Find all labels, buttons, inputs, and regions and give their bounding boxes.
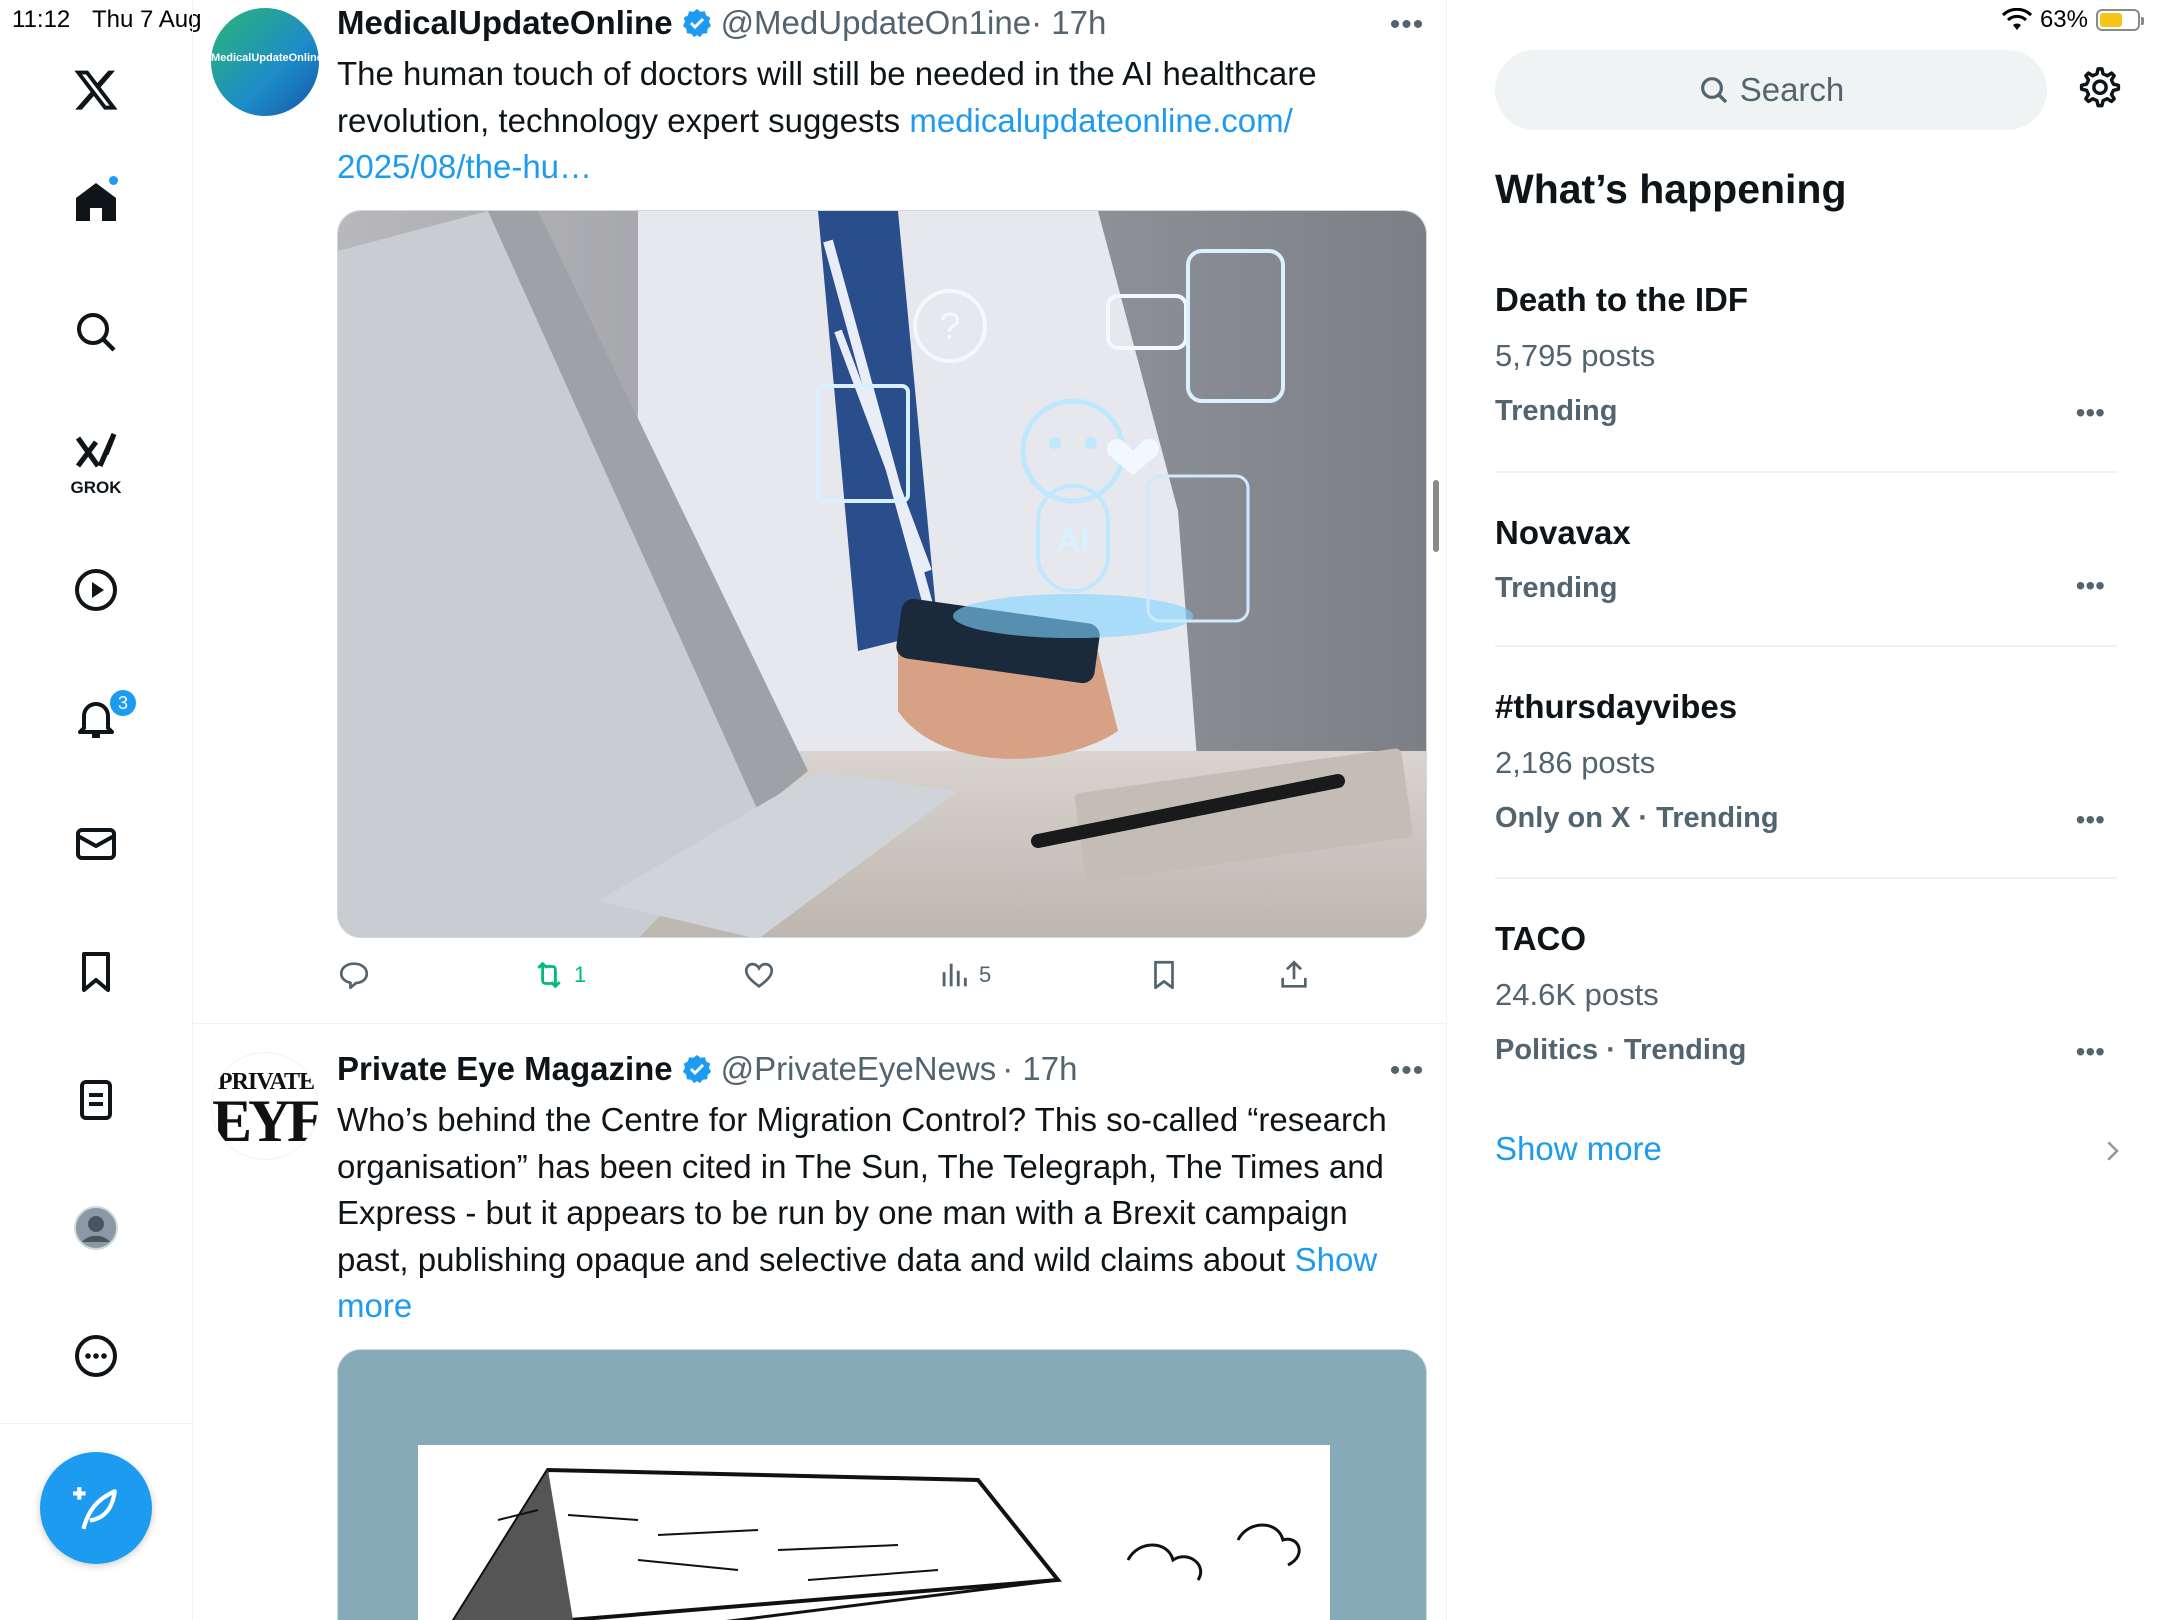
tweet-header: Private Eye Magazine @PrivateEyeNews · 1… [337, 1050, 1077, 1088]
mail-icon[interactable] [66, 814, 126, 874]
tweet-time: · 17h [1002, 1050, 1078, 1087]
trend-meta: Trending [1495, 395, 1618, 427]
tweet-actions: 1 5 [337, 958, 1337, 998]
grok-icon[interactable] [66, 420, 126, 480]
share-button[interactable] [1277, 958, 1311, 992]
trend-posts: 24.6K posts [1495, 977, 1659, 1012]
x-logo[interactable] [66, 60, 126, 120]
retweet-button[interactable]: 1 [532, 958, 586, 992]
more-icon[interactable] [66, 1326, 126, 1386]
settings-button[interactable] [2077, 65, 2127, 115]
timeline-feed: MedicalUpdateOnline MedicalUpdateOnline … [193, 0, 1447, 1620]
share-icon [1281, 960, 1307, 988]
trend-posts: 2,186 posts [1495, 745, 1656, 780]
search-placeholder: Search [1739, 71, 1845, 108]
heart-icon [744, 962, 774, 989]
views-button[interactable]: 5 [937, 958, 991, 992]
nav-divider [0, 1423, 193, 1424]
right-sidebar: Search What’s happening Death to the IDF… [1447, 0, 2160, 1620]
svg-text:?: ? [939, 306, 960, 348]
verified-badge-icon [682, 9, 711, 38]
cartoon-illustration [338, 1350, 1426, 1620]
lists-icon[interactable] [66, 1070, 126, 1130]
reply-button[interactable] [337, 958, 379, 992]
bookmark-icon[interactable] [66, 942, 126, 1002]
avatar[interactable]: MedicalUpdateOnline [211, 8, 319, 116]
tweet[interactable]: PRIVATE EYE Private Eye Magazine @Privat… [193, 1024, 1446, 1620]
trend-more-button[interactable]: ••• [2076, 570, 2105, 602]
trend-meta: Politics · Trending [1495, 1034, 1747, 1066]
views-icon [942, 963, 967, 987]
trend-divider [1495, 471, 2117, 473]
tweet-text: The human touch of doctors will still be… [337, 51, 1427, 191]
trend-meta: Only on X · Trending [1495, 802, 1779, 834]
trend-item[interactable]: Novavax Trending ••• [1495, 512, 2117, 608]
show-more-link[interactable]: Show more [1495, 1130, 1662, 1168]
trend-divider [1495, 645, 2117, 647]
whats-happening-title: What’s happening [1495, 166, 1847, 212]
author-name[interactable]: Private Eye Magazine [337, 1050, 673, 1088]
trend-item[interactable]: TACO 24.6K posts Politics · Trending ••• [1495, 918, 2117, 1070]
gear-icon [2079, 67, 2121, 108]
trend-topic: #thursdayvibes [1495, 688, 1738, 725]
reply-icon [339, 962, 369, 990]
like-button[interactable] [742, 958, 784, 992]
trend-item[interactable]: Death to the IDF 5,795 posts Trending ••… [1495, 279, 2117, 431]
bookmark-button[interactable] [1147, 958, 1181, 992]
notifications-badge: 3 [108, 688, 138, 718]
video-icon[interactable] [66, 560, 126, 620]
tweet-body: Who’s behind the Centre for Migration Co… [337, 1101, 1387, 1278]
feather-plus-icon [73, 1487, 117, 1530]
retweet-count: 1 [574, 962, 587, 987]
retweet-icon [537, 961, 561, 989]
tweet-time: · 17h [1031, 4, 1107, 41]
avatar-logo-bottom: EYE [212, 1088, 319, 1154]
tweet-image[interactable]: AI ? [337, 210, 1427, 938]
trend-more-button[interactable]: ••• [2076, 397, 2105, 429]
avatar[interactable]: PRIVATE EYE [211, 1052, 319, 1160]
home-unread-dot [109, 176, 118, 185]
trend-topic: TACO [1495, 920, 1587, 957]
author-name[interactable]: MedicalUpdateOnline [337, 4, 673, 42]
tweet[interactable]: MedicalUpdateOnline MedicalUpdateOnline … [193, 0, 1446, 1024]
author-handle[interactable]: @MedUpdateOn1ine [721, 4, 1032, 42]
avatar-logo-text: MedicalUpdateOnline [211, 52, 319, 64]
tweet-header: MedicalUpdateOnline @MedUpdateOn1ine · 1… [337, 4, 1106, 42]
trend-meta: Trending [1495, 572, 1618, 604]
search-input[interactable]: Search [1495, 50, 2047, 130]
trend-topic: Death to the IDF [1495, 281, 1748, 318]
chevron-right-icon[interactable] [2097, 1134, 2127, 1168]
compose-button[interactable] [40, 1452, 152, 1564]
doctor-ai-illustration: AI ? [338, 211, 1426, 937]
trend-topic: Novavax [1495, 514, 1631, 551]
tweet-image[interactable] [337, 1349, 1427, 1620]
ai-label: AI [1057, 522, 1089, 558]
bookmark-icon [1154, 960, 1174, 990]
verified-badge-icon [682, 1055, 711, 1084]
grok-label: GROK [70, 478, 122, 497]
author-handle[interactable]: @PrivateEyeNews [721, 1050, 997, 1088]
trend-divider [1495, 877, 2117, 879]
search-icon [1700, 77, 1727, 104]
views-count: 5 [979, 962, 992, 987]
trend-posts: 5,795 posts [1495, 338, 1656, 373]
profile-icon[interactable] [66, 1198, 126, 1258]
tweet-more-button[interactable]: ••• [1387, 1054, 1427, 1088]
tweet-more-button[interactable]: ••• [1387, 8, 1427, 42]
tweet-text: Who’s behind the Centre for Migration Co… [337, 1097, 1427, 1330]
trend-item[interactable]: #thursdayvibes 2,186 posts Only on X · T… [1495, 686, 2117, 838]
scrollbar-thumb[interactable] [1433, 480, 1439, 552]
trend-more-button[interactable]: ••• [2076, 804, 2105, 836]
trend-more-button[interactable]: ••• [2076, 1036, 2105, 1068]
search-icon[interactable] [66, 302, 126, 362]
left-navigation: GROK 3 [0, 0, 193, 1620]
